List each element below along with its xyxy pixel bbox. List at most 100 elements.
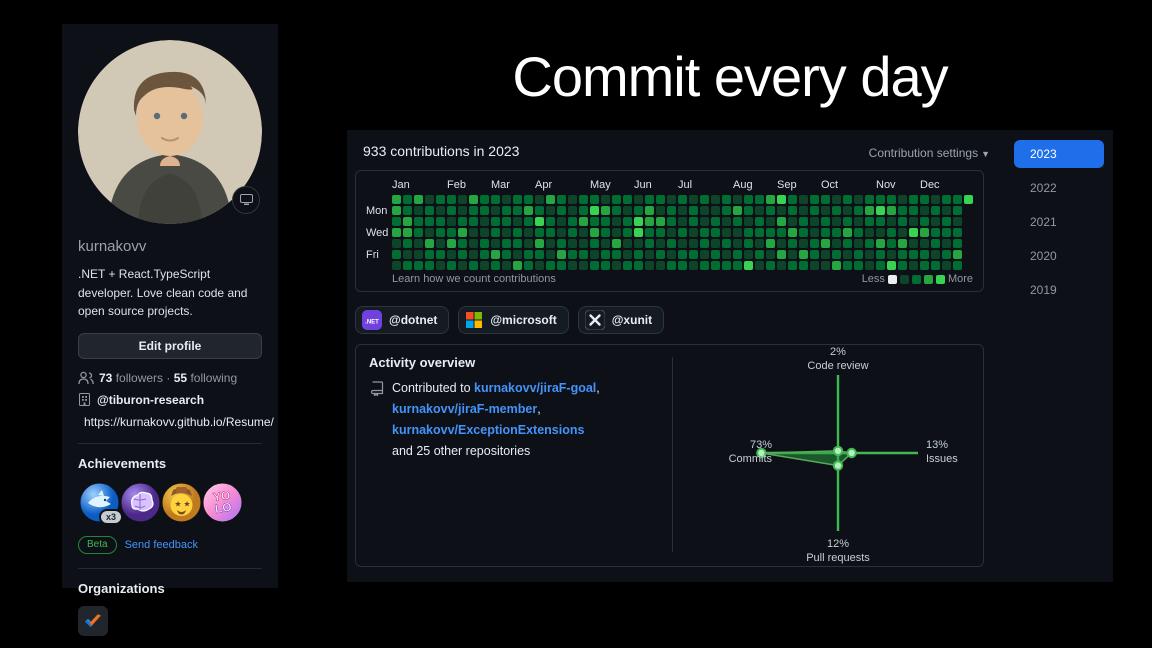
contribution-cell[interactable] [590, 195, 599, 204]
contribution-cell[interactable] [678, 250, 687, 259]
contribution-cell[interactable] [700, 261, 709, 270]
contribution-cell[interactable] [854, 217, 863, 226]
contribution-cell[interactable] [777, 206, 786, 215]
contribution-cell[interactable] [458, 206, 467, 215]
contribution-cell[interactable] [678, 239, 687, 248]
contribution-cell[interactable] [403, 261, 412, 270]
contribution-cell[interactable] [425, 217, 434, 226]
contribution-cell[interactable] [436, 206, 445, 215]
contribution-cell[interactable] [711, 217, 720, 226]
contribution-cell[interactable] [865, 195, 874, 204]
contribution-cell[interactable] [832, 195, 841, 204]
contribution-cell[interactable] [546, 195, 555, 204]
contribution-cell[interactable] [447, 250, 456, 259]
contribution-cell[interactable] [777, 217, 786, 226]
contribution-cell[interactable] [568, 250, 577, 259]
contribution-cell[interactable] [667, 206, 676, 215]
contribution-cell[interactable] [920, 217, 929, 226]
contribution-cell[interactable] [722, 195, 731, 204]
member-org-microsoft[interactable]: @microsoft [458, 306, 569, 334]
contribution-cell[interactable] [557, 250, 566, 259]
contribution-cell[interactable] [656, 261, 665, 270]
contribution-cell[interactable] [898, 217, 907, 226]
contribution-cell[interactable] [678, 195, 687, 204]
contribution-cell[interactable] [546, 206, 555, 215]
contribution-cell[interactable] [898, 228, 907, 237]
contribution-cell[interactable] [458, 195, 467, 204]
contribution-cell[interactable] [854, 195, 863, 204]
contribution-cell[interactable] [755, 206, 764, 215]
contribution-cell[interactable] [502, 250, 511, 259]
contribution-cell[interactable] [953, 228, 962, 237]
contribution-cell[interactable] [425, 228, 434, 237]
contribution-cell[interactable] [942, 195, 951, 204]
contribution-cell[interactable] [469, 261, 478, 270]
contribution-cell[interactable] [590, 206, 599, 215]
contribution-cell[interactable] [656, 250, 665, 259]
contribution-cell[interactable] [843, 206, 852, 215]
contribution-cell[interactable] [755, 250, 764, 259]
contribution-cell[interactable] [612, 261, 621, 270]
contribution-cell[interactable] [909, 239, 918, 248]
contribution-cell[interactable] [579, 217, 588, 226]
contribution-cell[interactable] [568, 206, 577, 215]
contribution-cell[interactable] [392, 217, 401, 226]
contribution-cell[interactable] [612, 239, 621, 248]
contribution-cell[interactable] [579, 239, 588, 248]
contribution-cell[interactable] [953, 239, 962, 248]
contribution-cell[interactable] [414, 261, 423, 270]
contribution-cell[interactable] [579, 261, 588, 270]
contribution-cell[interactable] [601, 228, 610, 237]
contribution-cell[interactable] [568, 261, 577, 270]
contribution-cell[interactable] [722, 217, 731, 226]
contribution-cell[interactable] [436, 239, 445, 248]
contribution-cell[interactable] [810, 206, 819, 215]
contribution-cell[interactable] [480, 250, 489, 259]
contribution-cell[interactable] [766, 206, 775, 215]
contribution-cell[interactable] [700, 250, 709, 259]
contribution-cell[interactable] [425, 250, 434, 259]
org-handle[interactable]: @tiburon-research [97, 393, 204, 407]
contribution-cell[interactable] [689, 250, 698, 259]
contribution-cell[interactable] [876, 239, 885, 248]
contribution-cell[interactable] [502, 206, 511, 215]
contribution-cell[interactable] [634, 195, 643, 204]
contribution-cell[interactable] [469, 206, 478, 215]
contribution-cell[interactable] [513, 228, 522, 237]
contribution-cell[interactable] [887, 261, 896, 270]
contribution-cell[interactable] [403, 250, 412, 259]
achievement-yolo-badge[interactable]: YO LO [201, 481, 244, 524]
contribution-cell[interactable] [568, 195, 577, 204]
contribution-cell[interactable] [920, 250, 929, 259]
contribution-cell[interactable] [678, 261, 687, 270]
contribution-cell[interactable] [524, 239, 533, 248]
contribution-cell[interactable] [700, 195, 709, 204]
contribution-cell[interactable] [733, 239, 742, 248]
contribution-cell[interactable] [392, 228, 401, 237]
contribution-cell[interactable] [942, 250, 951, 259]
contribution-cell[interactable] [909, 206, 918, 215]
contribution-cell[interactable] [821, 195, 830, 204]
contribution-cell[interactable] [898, 206, 907, 215]
contribution-cell[interactable] [821, 217, 830, 226]
contribution-cell[interactable] [623, 239, 632, 248]
contribution-cell[interactable] [711, 228, 720, 237]
contribution-cell[interactable] [458, 239, 467, 248]
contribution-cell[interactable] [480, 228, 489, 237]
contribution-cell[interactable] [557, 239, 566, 248]
contribution-cell[interactable] [722, 228, 731, 237]
contribution-cell[interactable] [590, 261, 599, 270]
contribution-cell[interactable] [711, 261, 720, 270]
contribution-cell[interactable] [766, 195, 775, 204]
contribution-cell[interactable] [546, 217, 555, 226]
contribution-cell[interactable] [788, 228, 797, 237]
contribution-cell[interactable] [667, 217, 676, 226]
organization-handle-row[interactable]: @tiburon-research [78, 393, 262, 407]
contribution-cell[interactable] [414, 250, 423, 259]
contribution-cell[interactable] [458, 228, 467, 237]
contribution-cell[interactable] [733, 250, 742, 259]
contribution-cell[interactable] [535, 239, 544, 248]
contribution-cell[interactable] [766, 250, 775, 259]
contribution-cell[interactable] [447, 195, 456, 204]
contribution-cell[interactable] [557, 217, 566, 226]
